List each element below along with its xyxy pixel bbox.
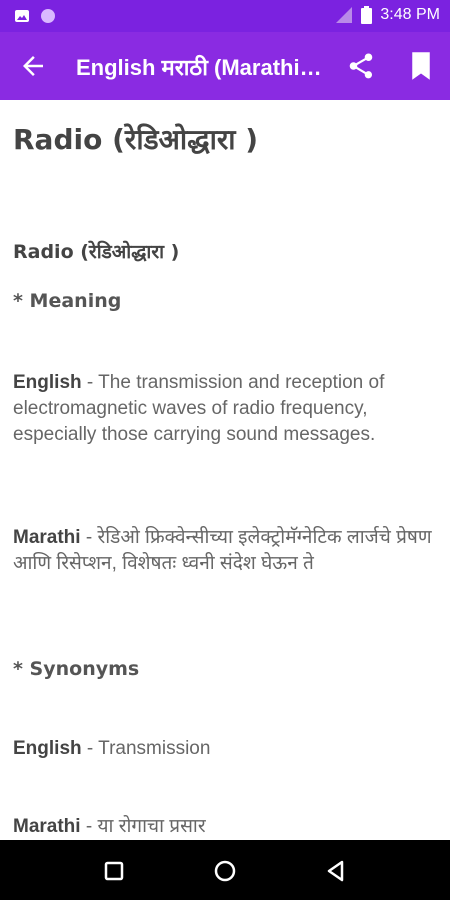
app-title: English मराठी (Marathi) Dictionary [76, 55, 326, 80]
back-nav-button[interactable] [323, 858, 349, 884]
separator: - [80, 527, 98, 548]
signal-icon [336, 7, 353, 23]
share-icon [349, 53, 373, 79]
synonym-marathi-text: या रोगाचा प्रसार [97, 816, 206, 837]
share-button[interactable] [346, 51, 376, 81]
sub-headword: Radio (रेडिओद्धारा ) [13, 241, 180, 263]
headword: Radio (रेडिओद्धारा ) [13, 123, 259, 156]
synonym-marathi-lang: Marathi [13, 816, 81, 837]
synonym-english-lang: English [13, 738, 82, 759]
synonym-english-text: Transmission [98, 738, 211, 759]
entry-content: Radio (रेडिओद्धारा ) Radio (रेडिओद्धारा … [0, 100, 450, 840]
circle-icon [214, 860, 236, 882]
separator: - [81, 738, 99, 759]
bookmark-icon [412, 52, 430, 80]
app-bar: English मराठी (Marathi) Dictionary [0, 32, 450, 100]
synonym-marathi: Marathi - या रोगाचा प्रसार [13, 814, 443, 840]
meaning-marathi: Marathi - रेडिओ फ्रिक्वेन्सीच्या इलेक्ट्… [13, 525, 443, 577]
meaning-marathi-lang: Marathi [13, 527, 81, 548]
meaning-label: * Meaning [13, 290, 122, 312]
arrow-back-icon [23, 56, 43, 76]
circle-notification-icon [41, 9, 55, 23]
status-bar: 3:48 PM [0, 0, 450, 32]
synonyms-label: * Synonyms [13, 658, 140, 680]
status-notifications [14, 8, 56, 24]
synonym-english: English - Transmission [13, 736, 443, 762]
meaning-english: English - The transmission and reception… [13, 370, 443, 448]
recent-apps-button[interactable] [101, 858, 127, 884]
separator: - [81, 372, 99, 393]
back-button[interactable] [18, 51, 48, 81]
image-notification-icon [15, 10, 29, 22]
separator: - [80, 816, 98, 837]
meaning-english-lang: English [13, 372, 82, 393]
status-time: 3:48 PM [380, 6, 440, 23]
triangle-back-icon [327, 860, 344, 882]
battery-icon [361, 6, 373, 24]
system-nav-bar [0, 840, 450, 900]
home-button[interactable] [212, 858, 238, 884]
square-icon [104, 861, 124, 881]
bookmark-button[interactable] [408, 51, 434, 81]
